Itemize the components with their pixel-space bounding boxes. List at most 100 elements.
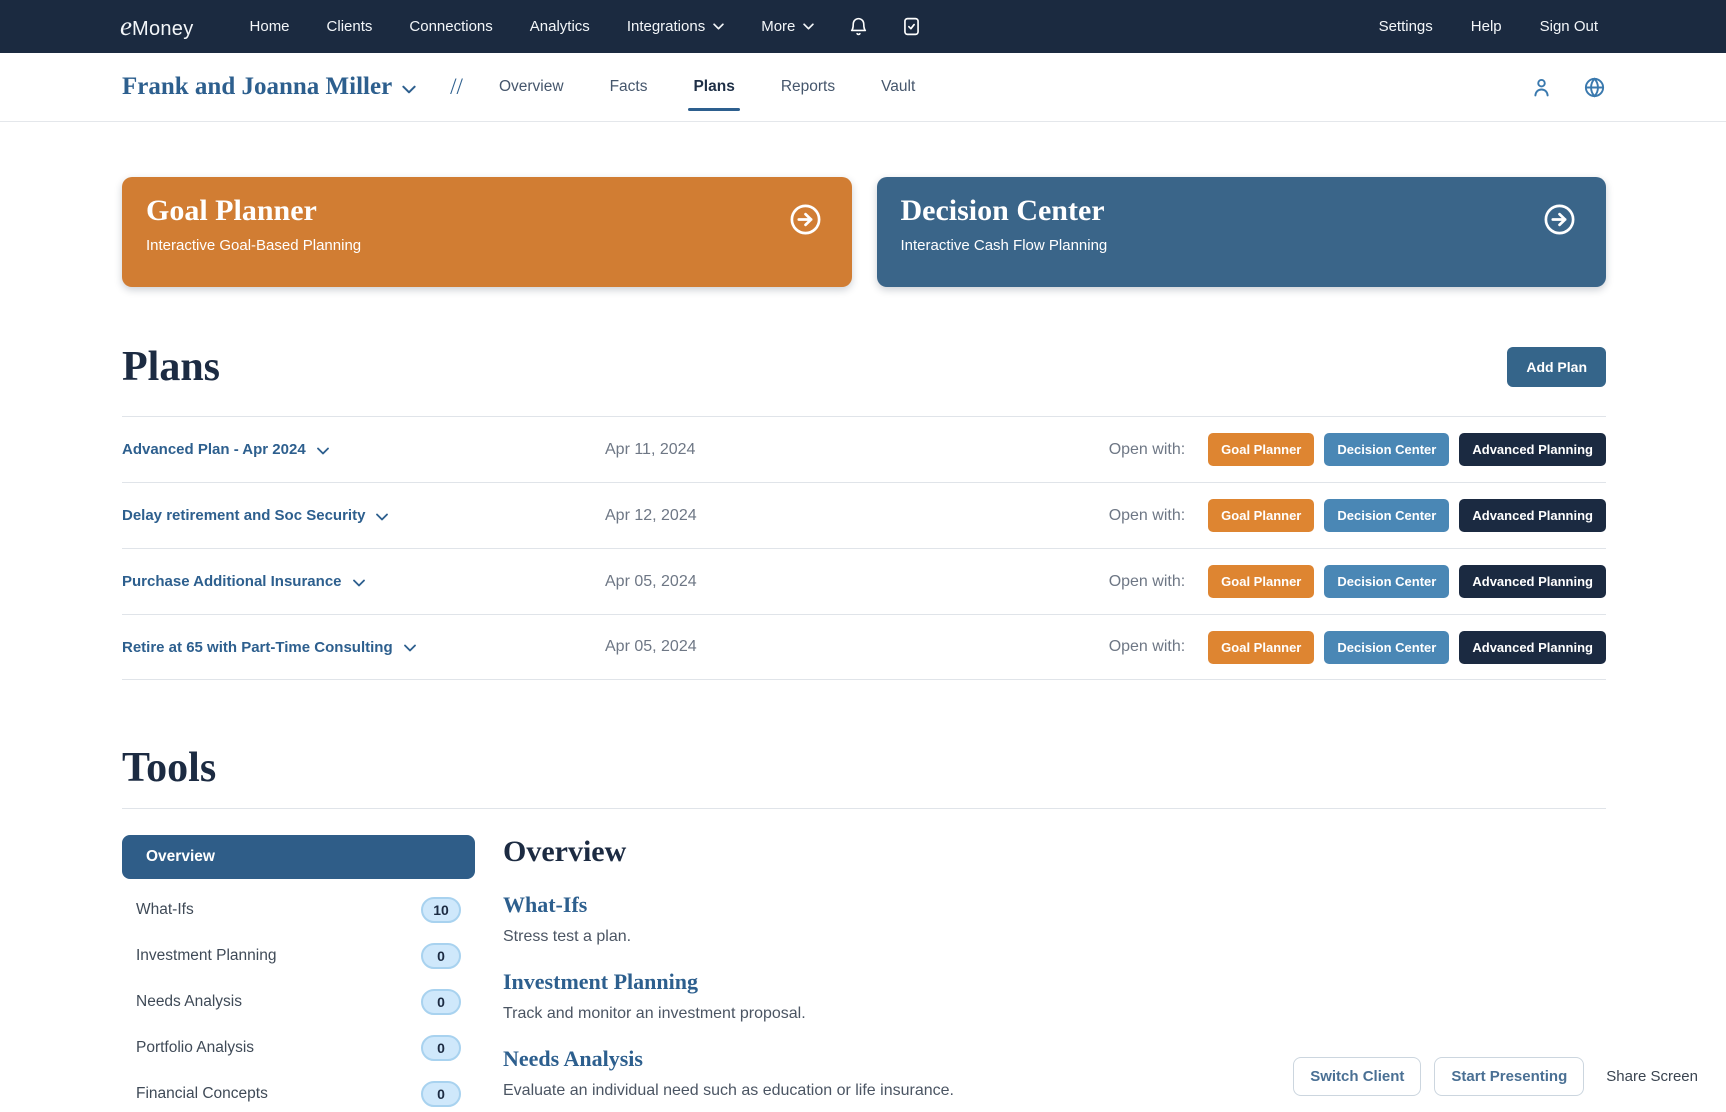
arrow-circle-right-icon (1543, 203, 1576, 236)
tools-content-heading: Overview (503, 835, 954, 869)
tool-item: Needs Analysis Evaluate an individual ne… (503, 1046, 954, 1100)
tool-link-what-ifs[interactable]: What-Ifs (503, 892, 954, 918)
top-nav-links: Home Clients Connections Analytics Integ… (250, 18, 815, 35)
sidebar-item-investment-planning[interactable]: Investment Planning 0 (122, 933, 475, 979)
nav-item-home[interactable]: Home (250, 18, 290, 35)
main-content: Goal Planner Interactive Goal-Based Plan… (0, 177, 1726, 1112)
plan-name-dropdown[interactable]: Advanced Plan - Apr 2024 (122, 441, 605, 458)
tab-facts[interactable]: Facts (610, 72, 648, 102)
open-goal-planner-button[interactable]: Goal Planner (1208, 433, 1314, 466)
sidebar-item-what-ifs[interactable]: What-Ifs 10 (122, 887, 475, 933)
top-navbar: eMoney Home Clients Connections Analytic… (0, 0, 1726, 53)
plan-row: Purchase Additional Insurance Apr 05, 20… (122, 548, 1606, 614)
sidebar-item-portfolio-analysis[interactable]: Portfolio Analysis 0 (122, 1025, 475, 1071)
tab-vault[interactable]: Vault (881, 72, 915, 102)
tool-description: Evaluate an individual need such as educ… (503, 1082, 954, 1100)
tool-link-needs-analysis[interactable]: Needs Analysis (503, 1046, 954, 1072)
count-badge: 0 (421, 943, 461, 969)
nav-item-clients[interactable]: Clients (327, 18, 373, 35)
count-badge: 0 (421, 989, 461, 1015)
plan-name-dropdown[interactable]: Retire at 65 with Part-Time Consulting (122, 639, 605, 656)
emoney-logo[interactable]: eMoney (120, 11, 194, 42)
open-goal-planner-button[interactable]: Goal Planner (1208, 565, 1314, 598)
person-icon[interactable] (1530, 76, 1553, 99)
plan-row: Delay retirement and Soc Security Apr 12… (122, 482, 1606, 548)
count-badge: 0 (421, 1035, 461, 1061)
sidebar-item-label: Needs Analysis (136, 993, 242, 1011)
open-with-label: Open with: (1109, 441, 1185, 459)
tools-sidebar: Overview What-Ifs 10 Investment Planning… (122, 835, 475, 1112)
nav-item-integrations[interactable]: Integrations (627, 18, 724, 35)
sidebar-item-label: Portfolio Analysis (136, 1039, 254, 1057)
switch-client-button[interactable]: Switch Client (1293, 1057, 1421, 1096)
launch-cards: Goal Planner Interactive Goal-Based Plan… (122, 177, 1606, 287)
card-subtitle: Interactive Cash Flow Planning (901, 237, 1583, 254)
tab-overview[interactable]: Overview (499, 72, 564, 102)
tool-link-investment-planning[interactable]: Investment Planning (503, 969, 954, 995)
sidebar-item-label: Financial Concepts (136, 1085, 268, 1103)
nav-item-settings[interactable]: Settings (1379, 18, 1433, 35)
chevron-down-icon (402, 81, 416, 94)
tasks-icon[interactable] (901, 16, 922, 37)
logo-text-e: e (120, 11, 132, 42)
nav-item-help[interactable]: Help (1471, 18, 1502, 35)
tools-content: Overview What-Ifs Stress test a plan. In… (503, 835, 954, 1112)
open-decision-center-button[interactable]: Decision Center (1324, 499, 1449, 532)
client-navbar: Frank and Joanna Miller // Overview Fact… (0, 53, 1726, 122)
share-screen-link[interactable]: Share Screen (1606, 1068, 1698, 1085)
client-name-label: Frank and Joanna Miller (122, 73, 392, 101)
tool-description: Track and monitor an investment proposal… (503, 1005, 954, 1023)
nav-item-analytics[interactable]: Analytics (530, 18, 590, 35)
sidebar-item-label: What-Ifs (136, 901, 194, 919)
tool-item: What-Ifs Stress test a plan. (503, 892, 954, 946)
open-with-label: Open with: (1109, 573, 1185, 591)
open-advanced-planning-button[interactable]: Advanced Planning (1459, 565, 1606, 598)
plan-name-dropdown[interactable]: Delay retirement and Soc Security (122, 507, 605, 524)
plan-name-dropdown[interactable]: Purchase Additional Insurance (122, 573, 605, 590)
open-decision-center-button[interactable]: Decision Center (1324, 433, 1449, 466)
plan-row: Retire at 65 with Part-Time Consulting A… (122, 614, 1606, 680)
card-title: Goal Planner (146, 194, 828, 228)
add-plan-button[interactable]: Add Plan (1507, 347, 1606, 387)
sidebar-item-overview[interactable]: Overview (122, 835, 475, 879)
presentation-actions: Switch Client Start Presenting Share Scr… (1293, 1057, 1698, 1096)
open-advanced-planning-button[interactable]: Advanced Planning (1459, 433, 1606, 466)
plan-date: Apr 12, 2024 (605, 507, 697, 525)
chevron-down-icon (713, 23, 724, 30)
nav-item-more[interactable]: More (761, 18, 814, 35)
open-goal-planner-button[interactable]: Goal Planner (1208, 499, 1314, 532)
breadcrumb-separator: // (450, 74, 463, 100)
open-goal-planner-button[interactable]: Goal Planner (1208, 631, 1314, 664)
plan-date: Apr 11, 2024 (605, 441, 695, 459)
logo-text-money: Money (132, 18, 194, 41)
sidebar-item-label: Overview (146, 848, 215, 866)
nav-item-connections[interactable]: Connections (409, 18, 492, 35)
tool-description: Stress test a plan. (503, 928, 954, 946)
count-badge: 10 (421, 897, 461, 923)
goal-planner-card[interactable]: Goal Planner Interactive Goal-Based Plan… (122, 177, 852, 287)
chevron-down-icon (353, 577, 365, 587)
plan-date: Apr 05, 2024 (605, 573, 697, 591)
sidebar-item-needs-analysis[interactable]: Needs Analysis 0 (122, 979, 475, 1025)
open-with-label: Open with: (1109, 638, 1185, 656)
plan-row: Advanced Plan - Apr 2024 Apr 11, 2024 Op… (122, 416, 1606, 482)
open-advanced-planning-button[interactable]: Advanced Planning (1459, 631, 1606, 664)
tab-reports[interactable]: Reports (781, 72, 835, 102)
chevron-down-icon (317, 445, 329, 455)
arrow-circle-right-icon (789, 203, 822, 236)
card-subtitle: Interactive Goal-Based Planning (146, 237, 828, 254)
plans-heading: Plans (122, 345, 220, 389)
open-decision-center-button[interactable]: Decision Center (1324, 631, 1449, 664)
client-name-dropdown[interactable]: Frank and Joanna Miller (122, 73, 416, 101)
chevron-down-icon (376, 511, 388, 521)
nav-item-sign-out[interactable]: Sign Out (1540, 18, 1598, 35)
open-advanced-planning-button[interactable]: Advanced Planning (1459, 499, 1606, 532)
tab-plans[interactable]: Plans (693, 72, 734, 102)
open-decision-center-button[interactable]: Decision Center (1324, 565, 1449, 598)
sidebar-item-financial-concepts[interactable]: Financial Concepts 0 (122, 1071, 475, 1112)
globe-icon[interactable] (1583, 76, 1606, 99)
bell-icon[interactable] (848, 16, 869, 37)
divider (122, 808, 1606, 809)
decision-center-card[interactable]: Decision Center Interactive Cash Flow Pl… (877, 177, 1607, 287)
start-presenting-button[interactable]: Start Presenting (1434, 1057, 1584, 1096)
